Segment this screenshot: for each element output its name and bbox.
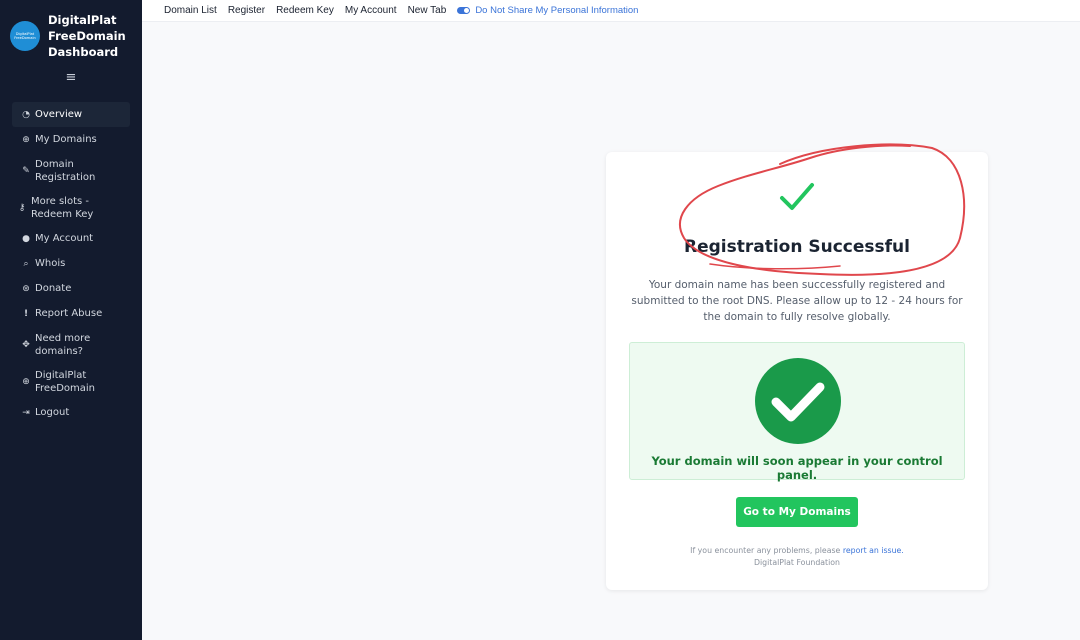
edit-icon: ✎ <box>22 165 30 176</box>
privacy-optout-label: Do Not Share My Personal Information <box>475 5 639 16</box>
user-icon: ● <box>22 233 30 244</box>
dashboard-icon: ◔ <box>22 109 30 120</box>
sidebar-item-redeem-key[interactable]: ⚷ More slots - Redeem Key <box>12 189 130 226</box>
privacy-optout-link[interactable]: Do Not Share My Personal Information <box>457 5 638 16</box>
nav-link-redeem-key[interactable]: Redeem Key <box>276 5 334 16</box>
footer-org: DigitalPlat Foundation <box>754 558 840 567</box>
sidebar-item-label: My Account <box>35 233 94 244</box>
sidebar-item-label: Logout <box>35 407 70 418</box>
sidebar-item-overview[interactable]: ◔ Overview <box>12 102 130 127</box>
sidebar-item-label: DigitalPlat FreeDomain <box>35 369 96 394</box>
brand-logo: DigitalPlat FreeDomain <box>10 21 40 51</box>
card-footer: If you encounter any problems, please re… <box>606 545 988 569</box>
sidebar-item-my-account[interactable]: ● My Account <box>12 226 130 251</box>
top-navbar: Domain List Register Redeem Key My Accou… <box>142 0 1080 22</box>
sidebar-item-label: Donate <box>35 283 72 294</box>
sidebar-nav: ◔ Overview ⊕ My Domains ✎ Domain Registr… <box>0 102 142 425</box>
sidebar-item-label: Domain Registration <box>35 158 96 183</box>
sidebar-item-label: More slots - Redeem Key <box>31 195 94 220</box>
check-circle-icon <box>755 358 841 444</box>
brand-logo-line2: FreeDomain <box>14 36 36 40</box>
privacy-toggle-icon <box>457 7 471 14</box>
sidebar-item-label: Need more domains? <box>35 332 91 357</box>
sidebar-item-my-domains[interactable]: ⊕ My Domains <box>12 127 130 152</box>
sidebar-item-whois[interactable]: ⌕ Whois <box>12 251 130 276</box>
search-icon: ⌕ <box>23 258 29 269</box>
report-issue-link[interactable]: report an issue. <box>843 546 904 555</box>
donate-icon: ⊛ <box>22 283 30 294</box>
sidebar-item-domain-registration[interactable]: ✎ Domain Registration <box>12 152 130 189</box>
globe-icon: ⊕ <box>22 376 30 387</box>
sidebar-item-label: Whois <box>35 258 66 269</box>
registration-success-card: Registration Successful Your domain name… <box>606 152 988 590</box>
arrows-icon: ✥ <box>22 339 30 350</box>
logout-icon: ⇥ <box>22 407 30 418</box>
sidebar: DigitalPlat FreeDomain DigitalPlat FreeD… <box>0 0 142 640</box>
nav-link-domain-list[interactable]: Domain List <box>164 5 217 16</box>
checkmark-icon <box>780 183 814 210</box>
globe-icon: ⊕ <box>22 134 30 145</box>
sidebar-item-donate[interactable]: ⊛ Donate <box>12 276 130 301</box>
page-title: Registration Successful <box>684 237 910 257</box>
sidebar-item-label: Report Abuse <box>35 308 103 319</box>
nav-link-register[interactable]: Register <box>228 5 265 16</box>
sidebar-item-need-more-domains[interactable]: ✥ Need more domains? <box>12 326 130 363</box>
sidebar-item-label: Overview <box>35 109 83 120</box>
brand[interactable]: DigitalPlat FreeDomain DigitalPlat FreeD… <box>0 0 142 62</box>
exclamation-icon: ! <box>23 308 29 319</box>
footer-text: If you encounter any problems, please <box>690 546 841 555</box>
key-icon: ⚷ <box>18 202 26 213</box>
sidebar-item-report-abuse[interactable]: ! Report Abuse <box>12 301 130 326</box>
sidebar-item-label: My Domains <box>35 134 97 145</box>
sidebar-item-logout[interactable]: ⇥ Logout <box>12 400 130 425</box>
success-message: Your domain will soon appear in your con… <box>651 454 943 482</box>
success-alert: Your domain will soon appear in your con… <box>629 342 965 482</box>
sidebar-item-digitalplat-freedomain[interactable]: ⊕ DigitalPlat FreeDomain <box>12 363 130 400</box>
brand-title: DigitalPlat FreeDomain Dashboard <box>48 13 126 59</box>
go-to-my-domains-button[interactable]: Go to My Domains <box>736 497 858 527</box>
nav-link-my-account[interactable]: My Account <box>345 5 397 16</box>
hamburger-menu-icon[interactable]: ≡ <box>0 70 142 92</box>
registration-description: Your domain name has been successfully r… <box>631 279 963 323</box>
nav-link-new-tab[interactable]: New Tab <box>408 5 447 16</box>
